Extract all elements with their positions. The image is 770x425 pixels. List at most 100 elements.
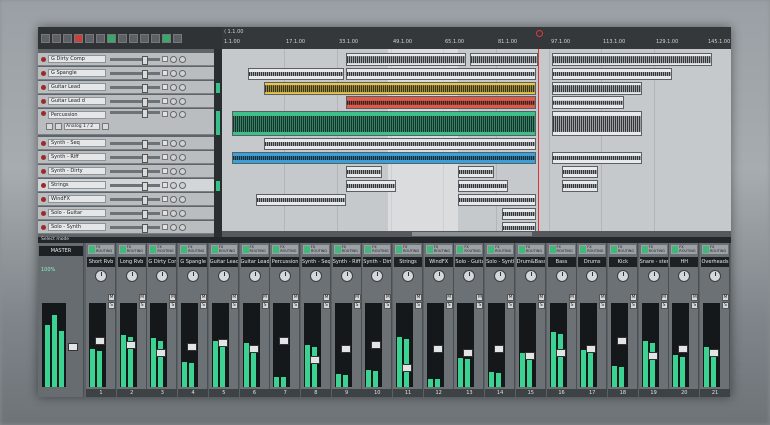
volume-fader[interactable] xyxy=(248,345,259,353)
open-project-icon[interactable] xyxy=(52,33,61,43)
media-item[interactable] xyxy=(346,96,536,109)
pan-knob[interactable] xyxy=(187,270,200,282)
fx-button[interactable] xyxy=(162,98,168,104)
media-item[interactable] xyxy=(346,68,536,80)
track-name[interactable]: Guitar Lead xyxy=(48,83,106,91)
routing-header[interactable]: FX ROUTING xyxy=(456,245,483,254)
pan-knob[interactable] xyxy=(170,195,177,203)
volume-fader[interactable] xyxy=(524,352,535,360)
record-arm-icon[interactable] xyxy=(41,154,46,160)
volume-fader[interactable] xyxy=(110,181,160,191)
mute-button[interactable]: M xyxy=(169,294,177,301)
input-button[interactable] xyxy=(55,123,62,130)
solo-button[interactable]: S xyxy=(322,302,330,309)
record-arm-icon[interactable] xyxy=(41,182,46,188)
mute-button[interactable] xyxy=(179,69,186,77)
pan-knob[interactable] xyxy=(371,270,384,282)
input-indicator-icon[interactable] xyxy=(303,246,310,253)
mute-button[interactable] xyxy=(179,139,186,147)
pan-knob[interactable] xyxy=(709,270,721,282)
media-item[interactable] xyxy=(552,111,642,136)
record-arm-icon[interactable] xyxy=(41,56,46,62)
media-item[interactable] xyxy=(346,166,382,178)
solo-button[interactable]: S xyxy=(445,302,453,309)
routing-header[interactable]: FX ROUTING xyxy=(395,245,421,254)
solo-button[interactable]: S xyxy=(537,302,545,309)
track-row[interactable]: Synth - Dirty xyxy=(38,165,214,178)
routing-header[interactable]: FX ROUTING xyxy=(272,245,299,254)
fx-button[interactable] xyxy=(162,111,168,117)
track-row[interactable]: G Spangle xyxy=(38,67,214,80)
media-item[interactable] xyxy=(232,111,536,136)
solo-button[interactable]: S xyxy=(629,302,637,309)
media-item[interactable] xyxy=(502,208,536,220)
strip-name[interactable]: Strings xyxy=(394,257,422,267)
media-item[interactable] xyxy=(232,152,536,164)
input-indicator-icon[interactable] xyxy=(211,246,218,253)
input-indicator-icon[interactable] xyxy=(549,246,556,253)
input-indicator-icon[interactable] xyxy=(457,246,464,253)
fx-button[interactable] xyxy=(162,224,168,230)
solo-button[interactable]: S xyxy=(722,302,729,309)
routing-header[interactable]: FX ROUTING xyxy=(302,245,329,254)
pan-knob[interactable] xyxy=(494,270,507,282)
volume-fader[interactable] xyxy=(279,337,290,345)
routing-header[interactable]: FX ROUTING xyxy=(241,245,268,254)
pan-knob[interactable] xyxy=(217,270,230,282)
snap-icon[interactable] xyxy=(118,33,127,43)
input-indicator-icon[interactable] xyxy=(488,246,495,253)
input-indicator-icon[interactable] xyxy=(181,246,188,253)
lock-icon[interactable] xyxy=(140,33,149,43)
scroll-thumb[interactable] xyxy=(412,232,532,236)
volume-fader[interactable] xyxy=(110,167,160,177)
solo-button[interactable]: S xyxy=(476,302,484,309)
input-indicator-icon[interactable] xyxy=(365,246,372,253)
track-name[interactable]: G Dirty Comp xyxy=(48,55,106,63)
fx-button[interactable] xyxy=(162,84,168,90)
media-item[interactable] xyxy=(458,194,536,206)
pan-knob[interactable] xyxy=(616,270,629,282)
solo-button[interactable]: S xyxy=(507,302,515,309)
routing-header[interactable]: FX ROUTING xyxy=(425,245,452,254)
solo-button[interactable]: S xyxy=(138,302,146,309)
media-item[interactable] xyxy=(264,138,536,150)
arrange-view[interactable] xyxy=(222,49,731,237)
routing-header[interactable]: FX ROUTING xyxy=(487,245,514,254)
track-name[interactable]: Strings xyxy=(48,181,106,189)
pan-knob[interactable] xyxy=(95,270,107,282)
track-row[interactable]: WindFX xyxy=(38,193,214,206)
save-icon[interactable] xyxy=(63,33,72,43)
strip-name[interactable]: HH xyxy=(670,257,699,267)
input-selector[interactable]: Analog 1 / 2 xyxy=(64,123,100,130)
record-arm-icon[interactable] xyxy=(41,140,46,146)
undo-icon[interactable] xyxy=(85,33,94,43)
track-row[interactable]: Synth - Seq xyxy=(38,137,214,150)
mute-button[interactable]: M xyxy=(384,294,392,301)
pan-knob[interactable] xyxy=(279,270,292,282)
fx-button[interactable] xyxy=(162,210,168,216)
routing-header[interactable]: FX ROUTING xyxy=(333,245,360,254)
routing-header[interactable]: FX ROUTING xyxy=(88,245,114,254)
volume-fader[interactable] xyxy=(110,139,160,149)
mute-button[interactable]: M xyxy=(568,294,576,301)
mute-button[interactable] xyxy=(179,97,186,105)
input-indicator-icon[interactable] xyxy=(580,246,587,253)
mute-button[interactable]: M xyxy=(722,294,729,301)
volume-fader[interactable] xyxy=(110,97,160,107)
strip-name[interactable]: Drums xyxy=(578,257,607,267)
track-row[interactable]: Synth - Riff xyxy=(38,151,214,164)
solo-button[interactable]: S xyxy=(169,302,177,309)
media-item[interactable] xyxy=(346,180,396,192)
pan-knob[interactable] xyxy=(647,270,660,282)
strip-name[interactable]: Guitar Lead xyxy=(209,257,238,267)
track-name[interactable]: Solo - Guitar xyxy=(48,209,106,217)
solo-button[interactable]: S xyxy=(292,302,300,309)
mute-button[interactable] xyxy=(179,111,186,118)
routing-header[interactable]: FX ROUTING xyxy=(517,245,544,254)
media-item[interactable] xyxy=(552,68,672,80)
media-item[interactable] xyxy=(552,152,642,164)
media-item[interactable] xyxy=(346,53,466,66)
media-item[interactable] xyxy=(256,194,346,206)
envelope-icon[interactable] xyxy=(151,33,160,43)
strip-name[interactable]: Kick xyxy=(608,257,637,267)
